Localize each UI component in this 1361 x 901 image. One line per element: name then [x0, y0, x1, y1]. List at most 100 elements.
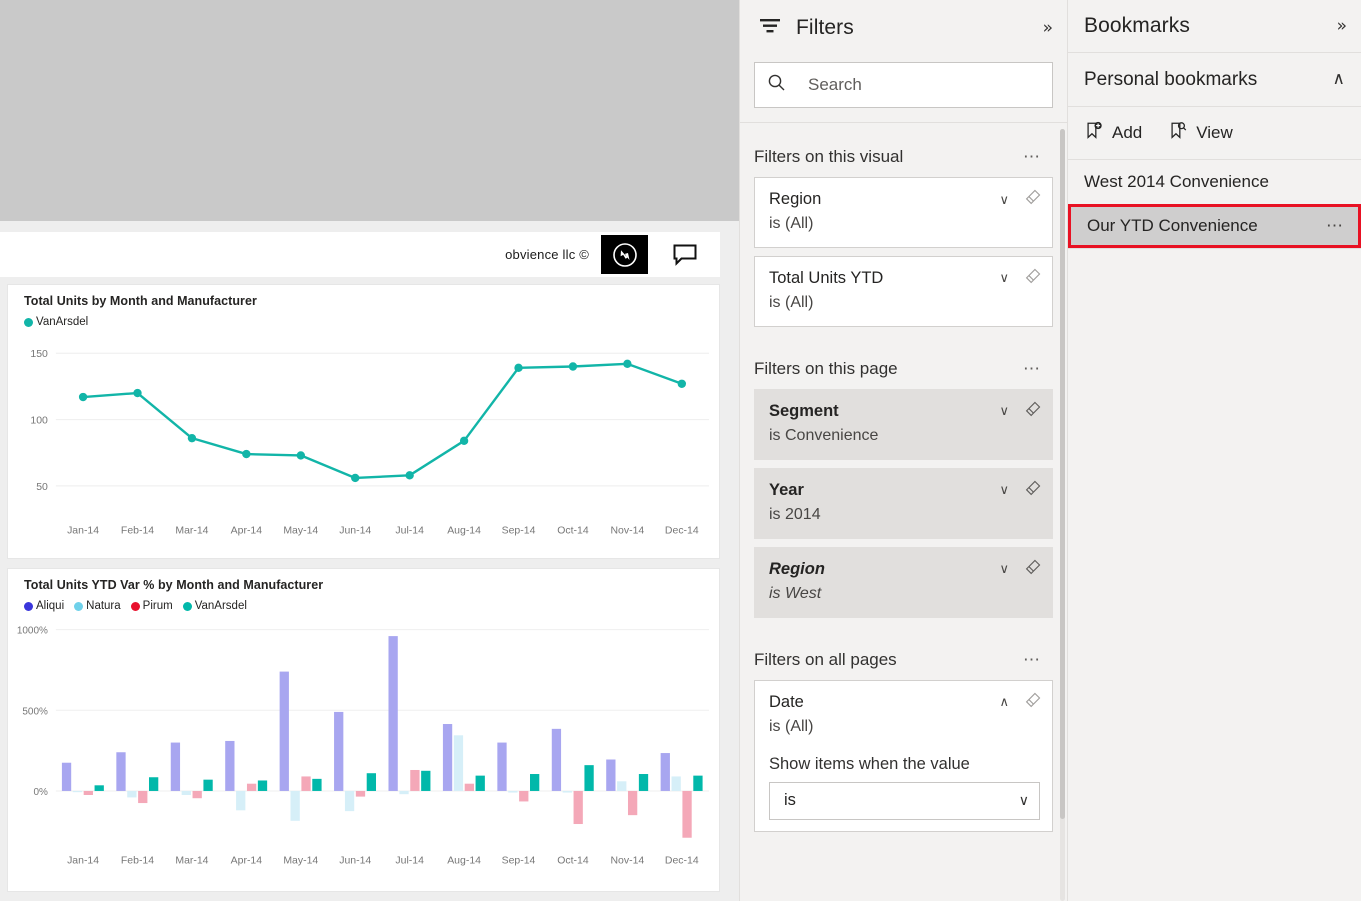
filters-scrollbar-thumb[interactable]	[1060, 129, 1065, 819]
bar-chart-legend: Aliqui Natura Pirum VanArsdel	[8, 592, 719, 612]
svg-text:Jun-14: Jun-14	[339, 525, 371, 536]
filters-group-header-visual: Filters on this visual ⋯	[740, 123, 1067, 177]
more-options-icon[interactable]: ⋯	[1023, 650, 1041, 670]
svg-text:500%: 500%	[22, 706, 48, 717]
svg-text:Jun-14: Jun-14	[339, 855, 371, 866]
legend-label: Natura	[86, 600, 121, 612]
search-box[interactable]	[754, 62, 1053, 108]
search-icon	[767, 73, 786, 97]
filter-field-value: is (All)	[769, 291, 1040, 315]
filters-search-area	[740, 56, 1067, 122]
filter-card-date[interactable]: Date is (All) ∧ Show items when the valu…	[754, 680, 1053, 832]
line-chart-plot[interactable]: 50100150Jan-14Feb-14Mar-14Apr-14May-14Ju…	[8, 328, 719, 542]
visual-total-units-by-month[interactable]: Total Units by Month and Manufacturer Va…	[7, 284, 720, 559]
filter-card-actions: ∧	[999, 691, 1042, 715]
svg-text:Apr-14: Apr-14	[231, 855, 263, 866]
clear-filter-eraser-icon[interactable]	[1023, 267, 1042, 291]
bookmarks-list: West 2014 Convenience Our YTD Convenienc…	[1068, 160, 1361, 249]
group-heading: Filters on all pages	[754, 650, 897, 670]
bookmark-item-west-2014-convenience[interactable]: West 2014 Convenience	[1068, 160, 1361, 204]
legend-swatch	[183, 602, 192, 611]
bookmark-item-label: West 2014 Convenience	[1084, 172, 1269, 192]
add-bookmark-button[interactable]: Add	[1084, 121, 1142, 146]
bookmarks-list-divider	[1068, 248, 1361, 249]
bookmark-item-our-ytd-convenience[interactable]: Our YTD Convenience ⋯	[1068, 204, 1361, 248]
visual-title: Total Units by Month and Manufacturer	[8, 285, 719, 308]
clear-filter-eraser-icon[interactable]	[1023, 400, 1042, 424]
clear-filter-eraser-icon[interactable]	[1023, 188, 1042, 212]
chevron-double-right-icon[interactable]: »	[1043, 20, 1053, 37]
personal-bookmarks-label: Personal bookmarks	[1084, 69, 1257, 91]
svg-text:Jan-14: Jan-14	[67, 855, 99, 866]
filter-operator-select[interactable]: is ∨	[769, 782, 1040, 820]
more-options-icon[interactable]: ⋯	[1023, 359, 1041, 379]
comment-bubble-icon[interactable]	[660, 235, 710, 274]
view-bookmark-label: View	[1196, 123, 1233, 143]
clear-filter-eraser-icon[interactable]	[1023, 558, 1042, 582]
svg-text:Jan-14: Jan-14	[67, 525, 99, 536]
svg-text:Apr-14: Apr-14	[231, 525, 263, 536]
filter-card-actions: ∨	[999, 188, 1042, 212]
svg-text:Aug-14: Aug-14	[447, 525, 481, 536]
filters-pane: Filters » Filters on this visual	[739, 0, 1067, 901]
chevron-down-icon[interactable]: ∨	[999, 193, 1009, 208]
filter-card-segment[interactable]: Segment is Convenience ∨	[754, 389, 1053, 460]
legend-swatch	[74, 602, 83, 611]
svg-text:Sep-14: Sep-14	[502, 525, 536, 536]
personal-bookmarks-section-header[interactable]: Personal bookmarks ∧	[1068, 53, 1361, 107]
svg-text:150: 150	[30, 349, 48, 360]
legend-item-aliqui[interactable]: Aliqui	[24, 600, 64, 612]
line-chart-legend: VanArsdel	[8, 308, 719, 328]
chevron-up-icon[interactable]: ∧	[999, 695, 1009, 710]
chevron-down-icon[interactable]: ∨	[999, 483, 1009, 498]
more-options-icon[interactable]: ⋯	[1023, 147, 1041, 167]
svg-text:May-14: May-14	[283, 855, 318, 866]
svg-text:Dec-14: Dec-14	[665, 525, 699, 536]
legend-label: VanArsdel	[195, 600, 247, 612]
legend-swatch	[131, 602, 140, 611]
svg-text:1000%: 1000%	[17, 626, 48, 637]
chevron-down-icon[interactable]: ∨	[1019, 793, 1029, 809]
svg-text:Nov-14: Nov-14	[611, 855, 645, 866]
svg-text:Oct-14: Oct-14	[557, 525, 589, 536]
clear-filter-eraser-icon[interactable]	[1023, 691, 1042, 715]
group-heading: Filters on this page	[754, 359, 898, 379]
svg-text:Feb-14: Feb-14	[121, 525, 154, 536]
bar-chart-plot[interactable]: 0%500%1000%Jan-14Feb-14Mar-14Apr-14May-1…	[8, 612, 719, 873]
chevron-down-icon[interactable]: ∨	[999, 562, 1009, 577]
svg-text:Aug-14: Aug-14	[447, 855, 481, 866]
svg-text:Nov-14: Nov-14	[611, 525, 645, 536]
chevron-down-icon[interactable]: ∨	[999, 404, 1009, 419]
clear-filter-eraser-icon[interactable]	[1023, 479, 1042, 503]
filter-card-region-visual[interactable]: Region is (All) ∨	[754, 177, 1053, 248]
chevron-up-icon[interactable]: ∧	[1333, 71, 1345, 88]
more-options-icon[interactable]: ⋯	[1326, 216, 1344, 236]
legend-item-vanarsdel[interactable]: VanArsdel	[183, 600, 247, 612]
visual-total-units-ytd-var[interactable]: Total Units YTD Var % by Month and Manuf…	[7, 568, 720, 892]
filter-card-region-page[interactable]: Region is West ∨	[754, 547, 1053, 618]
legend-item-pirum[interactable]: Pirum	[131, 600, 173, 612]
chevron-down-icon[interactable]: ∨	[999, 271, 1009, 286]
legend-label: VanArsdel	[36, 316, 88, 328]
legend-swatch	[24, 318, 33, 327]
add-bookmark-label: Add	[1112, 123, 1142, 143]
filter-field-value: is 2014	[769, 503, 1040, 527]
bookmarks-pane: Bookmarks » Personal bookmarks ∧ Add	[1067, 0, 1361, 901]
view-bookmark-button[interactable]: View	[1168, 121, 1233, 146]
filters-group-header-all-pages: Filters on all pages ⋯	[740, 626, 1067, 680]
chevron-double-right-icon[interactable]: »	[1337, 18, 1347, 35]
bookmark-view-icon	[1168, 121, 1188, 146]
legend-swatch	[24, 602, 33, 611]
legend-item-vanarsdel[interactable]: VanArsdel	[24, 316, 88, 328]
filter-card-total-units-ytd-visual[interactable]: Total Units YTD is (All) ∨	[754, 256, 1053, 327]
svg-text:Mar-14: Mar-14	[175, 855, 208, 866]
svg-text:Jul-14: Jul-14	[395, 525, 424, 536]
legend-item-natura[interactable]: Natura	[74, 600, 121, 612]
filter-funnel-icon	[758, 16, 782, 41]
svg-text:Mar-14: Mar-14	[175, 525, 208, 536]
report-canvas: obvience llc © Total Units by Month and …	[0, 0, 739, 901]
search-input[interactable]	[808, 75, 1040, 95]
filter-card-year[interactable]: Year is 2014 ∨	[754, 468, 1053, 539]
power-bi-report-window: obvience llc © Total Units by Month and …	[0, 0, 1361, 901]
bookmarks-pane-header: Bookmarks »	[1068, 0, 1361, 53]
